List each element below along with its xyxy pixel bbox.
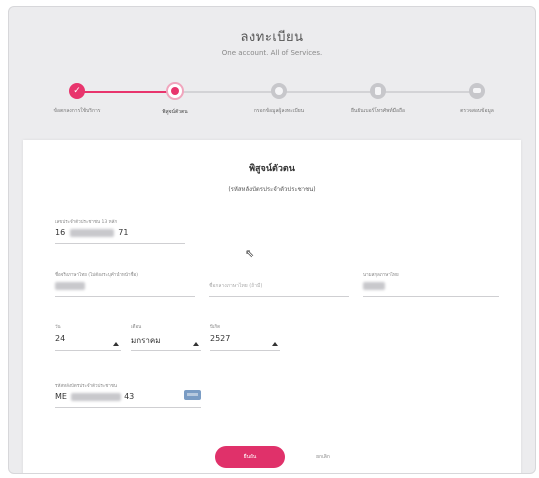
- middle-name-placeholder: ชื่อกลางภาษาไทย (ถ้ามี): [209, 283, 263, 289]
- first-name-field[interactable]: ชื่อจริงภาษาไทย (ไม่ต้องระบุคำนำหน้าชื่อ…: [55, 271, 195, 297]
- last-name-label: นามสกุลภาษาไทย: [363, 273, 399, 278]
- step-label: ยืนยันเบอร์โทรศัพท์มือถือ: [350, 108, 406, 114]
- cancel-button[interactable]: ยกเลิก: [293, 446, 353, 468]
- phone-icon: [370, 83, 386, 99]
- step-registrant-info: กรอกข้อมูลผู้ลงทะเบียน: [224, 79, 334, 115]
- laser-code-label: รหัสหลังบัตรประจำตัวประชาชน: [55, 384, 117, 389]
- id-number-label: เลขประจำตัวประชาชน 13 หลัก: [55, 220, 118, 225]
- chevron-up-icon: [272, 342, 278, 346]
- page-subtitle: One account. All of Services.: [221, 49, 323, 57]
- laser-code-field[interactable]: รหัสหลังบัตรประจำตัวประชาชน ME 43: [55, 382, 201, 408]
- id-number-suffix: 71: [118, 228, 129, 237]
- header: ลงทะเบียน One account. All of Services. …: [9, 7, 535, 147]
- birth-year-value: 2527: [210, 334, 231, 343]
- birth-year-label: ปีเกิด: [210, 325, 221, 330]
- registration-window: ลงทะเบียน One account. All of Services. …: [8, 6, 536, 474]
- form-title: พิสูจน์ตัวตน: [249, 164, 295, 174]
- identity-form-card: พิสูจน์ตัวตน (รหัสหลังบัตรประจำตัวประชาช…: [23, 140, 521, 473]
- check-icon: [69, 83, 85, 99]
- step-label: กรอกข้อมูลผู้ลงทะเบียน: [253, 108, 305, 114]
- page-title: ลงทะเบียน: [240, 30, 304, 45]
- chevron-up-icon: [193, 342, 199, 346]
- step-label: พิสูจน์ตัวตน: [162, 109, 188, 115]
- form-subtitle: (รหัสหลังบัตรประจำตัวประชาชน): [228, 186, 316, 193]
- laser-code-value: ME 43: [55, 392, 201, 404]
- step-label: ตรวจสอบข้อมูล: [460, 108, 494, 114]
- step-label: ข้อตกลงการใช้บริการ: [53, 108, 101, 114]
- birth-month-value: มกราคม: [131, 336, 161, 345]
- mouse-pointer-icon: ⇖: [245, 247, 255, 260]
- middle-name-field[interactable]: ชื่อกลางภาษาไทย (ถ้ามี): [209, 271, 349, 297]
- laser-code-prefix: ME: [55, 392, 67, 401]
- birth-month-select[interactable]: เดือน มกราคม: [131, 323, 201, 351]
- redacted-last-name: [363, 281, 385, 290]
- birth-day-value: 24: [55, 334, 66, 343]
- redacted-first-name: [55, 281, 85, 290]
- redacted-laser-code: [70, 392, 121, 401]
- step-phone-verify: ยืนยันเบอร์โทรศัพท์มือถือ: [323, 79, 433, 115]
- current-step-icon: [166, 82, 184, 100]
- laser-code-suffix: 43: [124, 392, 135, 401]
- id-card-icon[interactable]: [184, 390, 201, 400]
- step-review: ตรวจสอบข้อมูล: [422, 79, 532, 115]
- progress-stepper: ข้อตกลงการใช้บริการ พิสูจน์ตัวตน กรอกข้อ…: [9, 79, 535, 129]
- step-terms: ข้อตกลงการใช้บริการ: [22, 79, 132, 115]
- id-number-prefix: 16: [55, 228, 66, 237]
- step-identity: พิสูจน์ตัวตน: [120, 79, 230, 116]
- id-number-field[interactable]: เลขประจำตัวประชาชน 13 หลัก 16 71: [55, 218, 185, 244]
- birth-year-select[interactable]: ปีเกิด 2527: [210, 323, 280, 351]
- birth-month-label: เดือน: [131, 325, 142, 330]
- last-name-field[interactable]: นามสกุลภาษาไทย: [363, 271, 499, 297]
- chevron-up-icon: [113, 342, 119, 346]
- first-name-label: ชื่อจริงภาษาไทย (ไม่ต้องระบุคำนำหน้าชื่อ…: [55, 273, 139, 278]
- user-icon: [271, 83, 287, 99]
- redacted-digits: [69, 228, 114, 237]
- confirm-button[interactable]: ยืนยัน: [215, 446, 285, 468]
- form-icon: [469, 83, 485, 99]
- birth-day-select[interactable]: วัน 24: [55, 323, 121, 351]
- birth-day-label: วัน: [55, 325, 61, 330]
- id-number-value: 16 71: [55, 228, 185, 240]
